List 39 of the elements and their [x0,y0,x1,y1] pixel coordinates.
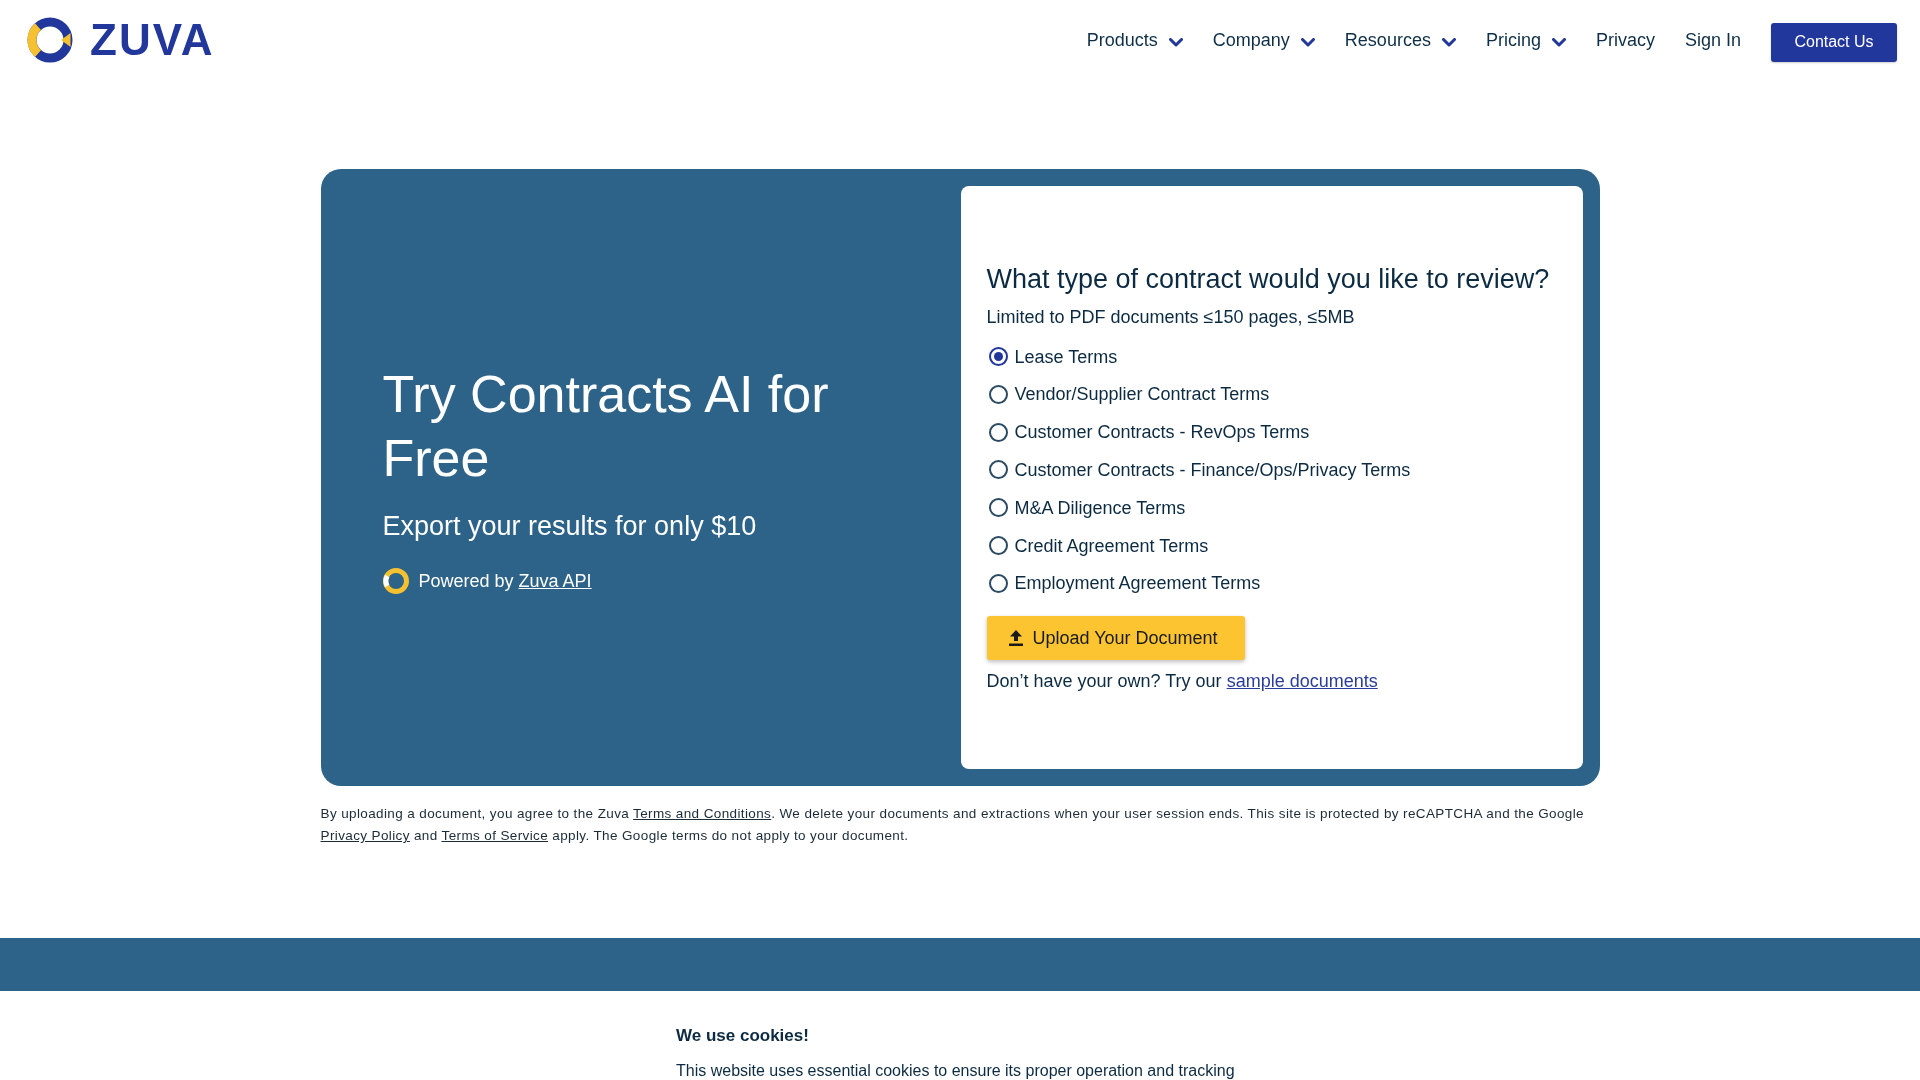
api-link[interactable]: Zuva API [518,570,592,591]
nav-link[interactable]: Sign In [1684,28,1741,52]
nav-link[interactable]: Company [1212,28,1315,52]
radio-button[interactable] [988,498,1008,518]
option-label[interactable]: Vendor/Supplier Contract Terms [1014,382,1270,407]
radio-button[interactable] [988,536,1008,556]
nav-link[interactable]: Resources [1344,28,1456,52]
option-label[interactable]: M&A Diligence Terms [1014,495,1186,520]
radio-button[interactable] [988,573,1008,593]
logo-ring-icon [27,17,73,63]
hero-subtitle: Export your results for only $10 [382,509,758,543]
cookie-text: This website uses essential cookies to ensure its proper operation and tracking [676,1062,1236,1080]
option-label[interactable]: Lease Terms [1014,344,1118,369]
cookie-title: We use cookies! [676,1025,810,1047]
nav-link[interactable]: Pricing [1485,28,1566,52]
text-link[interactable]: Terms of Service [441,828,549,843]
contact-button[interactable]: Contact Us [1771,22,1897,62]
text-link[interactable]: Privacy Policy [320,828,410,843]
radio-button[interactable] [988,384,1008,404]
powered-by-text: Powered by Zuva API [418,569,592,593]
sample-documents-link[interactable]: sample documents [1226,671,1378,692]
hero-title: Try Contracts AI for Free [382,363,830,489]
option-label[interactable]: Customer Contracts - Finance/Ops/Privacy Terms [1014,458,1411,482]
option-label[interactable]: Customer Contracts - RevOps Terms [1014,420,1310,445]
radio-button[interactable] [988,422,1008,442]
option-label[interactable]: Employment Agreement Terms [1014,571,1261,596]
nav-link[interactable]: Products [1086,28,1183,52]
sample-prompt-text: Don’t have your own? Try our sample documents [986,670,1379,694]
limits-text: Limited to PDF documents ≤150 pages, ≤5MB [986,305,1356,329]
upload-button[interactable]: Upload Your Document [986,616,1245,661]
nav-link[interactable]: Privacy [1595,28,1655,52]
upload-icon [1008,630,1023,647]
option-label[interactable]: Credit Agreement Terms [1014,533,1209,558]
radio-button[interactable] [988,460,1008,480]
radio-button[interactable] [988,347,1008,367]
logo-wordmark[interactable]: ZUVA [90,17,215,63]
legal-notice: By uploading a document, you agree to the Zuva Terms and Conditions. We delete your documents and extractions when your user session ends. This site is protected by reCAPTCHA and the Google Privacy Policy and Terms of Service apply. The Google terms do not apply to your document. [320,805,1585,845]
form-question: What type of contract would you like to review? [986,262,1551,296]
ring-icon [382,567,409,594]
